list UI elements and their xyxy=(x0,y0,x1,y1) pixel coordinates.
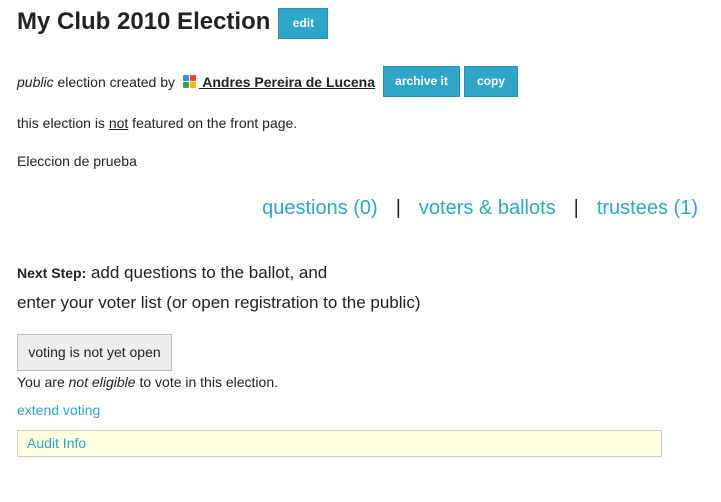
questions-link[interactable]: questions (0) xyxy=(262,197,378,219)
page-title: My Club 2010 Election xyxy=(17,7,271,35)
creator-link[interactable]: Andres Pereira de Lucena xyxy=(199,74,375,90)
title-row: My Club 2010 Election edit xyxy=(17,4,329,39)
trustees-link[interactable]: trustees (1) xyxy=(597,197,698,219)
voting-status-button[interactable]: voting is not yet open xyxy=(17,334,172,371)
archive-button[interactable]: archive it xyxy=(383,66,460,97)
election-description: Eleccion de prueba xyxy=(17,153,137,169)
featured-not: not xyxy=(108,115,129,131)
next-step: Next Step: add questions to the ballot, … xyxy=(17,258,420,317)
featured-prefix: this election is xyxy=(17,115,109,131)
next-step-line1: add questions to the ballot, and xyxy=(86,263,328,282)
election-page: My Club 2010 Election edit public electi… xyxy=(0,0,721,502)
nav-separator: | xyxy=(573,197,579,219)
created-by-text: election created by xyxy=(53,73,179,90)
copy-button[interactable]: copy xyxy=(464,66,518,97)
featured-status: this election is not featured on the fro… xyxy=(17,115,297,131)
google-user-icon xyxy=(182,74,197,89)
eligibility-suffix: to vote in this election. xyxy=(135,374,278,390)
featured-suffix: featured on the front page. xyxy=(128,115,298,131)
extend-voting-link[interactable]: extend voting xyxy=(17,402,100,418)
next-step-line2: enter your voter list (or open registrat… xyxy=(17,293,421,312)
creator-row: public election created by Andres Pereir… xyxy=(17,66,518,97)
voters-ballots-link[interactable]: voters & ballots xyxy=(419,197,556,219)
audit-info-panel[interactable]: Audit Info xyxy=(17,430,662,457)
eligibility-prefix: You are xyxy=(17,374,69,390)
eligibility-text: You are not eligible to vote in this ele… xyxy=(17,374,278,390)
edit-button[interactable]: edit xyxy=(278,8,329,39)
next-step-label: Next Step: xyxy=(17,265,87,281)
visibility-label: public xyxy=(17,73,54,90)
eligibility-emph: not eligible xyxy=(68,374,136,390)
nav-separator: | xyxy=(395,197,401,219)
election-nav: questions (0) | voters & ballots | trustees … xyxy=(262,197,698,220)
